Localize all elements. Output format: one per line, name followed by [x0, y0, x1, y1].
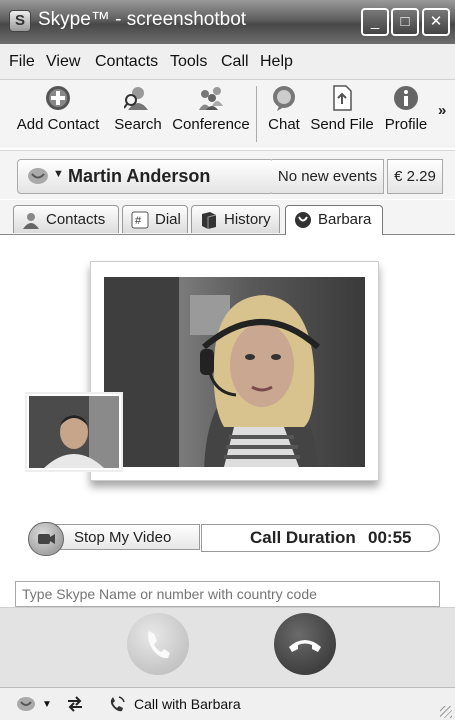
self-view-preview — [25, 392, 123, 472]
tab-history-label: History — [224, 211, 271, 228]
call-in-progress-icon — [110, 696, 125, 712]
maximize-button[interactable]: □ — [391, 8, 419, 36]
phone-call-icon — [148, 631, 170, 659]
profile-label: Profile — [384, 116, 428, 133]
window-title: Skype™ - screenshotbot — [38, 9, 247, 30]
account-status-row: ▼ Martin Anderson No new events € 2.29 — [0, 150, 455, 199]
stop-video-button[interactable]: Stop My Video — [48, 524, 200, 550]
close-button[interactable]: ✕ — [422, 8, 450, 36]
title-bar: S Skype™ - screenshotbot _ □ ✕ — [0, 0, 455, 45]
tab-contacts[interactable]: Contacts — [13, 205, 119, 233]
add-contact-label: Add Contact — [16, 116, 100, 133]
events-indicator[interactable]: No new events — [272, 159, 384, 194]
video-camera-icon — [38, 534, 55, 544]
conference-label: Conference — [172, 116, 250, 133]
status-bar: ▼ Call with Barbara — [0, 687, 455, 720]
menu-view[interactable]: View — [46, 53, 80, 71]
skype-credit[interactable]: € 2.29 — [387, 159, 443, 194]
chevron-down-icon: ▼ — [53, 168, 64, 180]
menu-file[interactable]: File — [9, 53, 35, 71]
menu-help[interactable]: Help — [260, 53, 293, 71]
history-book-icon — [202, 212, 217, 229]
menu-call[interactable]: Call — [221, 53, 249, 71]
dial-pad-icon: # — [131, 211, 149, 229]
menu-tools[interactable]: Tools — [170, 53, 207, 71]
hang-up-icon — [289, 640, 321, 652]
profile-button[interactable]: Profile — [381, 84, 431, 144]
status-icon[interactable] — [16, 696, 36, 712]
video-frame — [90, 261, 379, 481]
search-label: Search — [114, 116, 162, 133]
add-contact-icon — [46, 86, 70, 110]
send-file-icon — [333, 85, 352, 111]
tab-dial[interactable]: # Dial — [122, 205, 188, 233]
status-icon — [28, 168, 48, 184]
call-status-text: Call with Barbara — [134, 696, 241, 712]
toolbar-separator — [256, 86, 257, 142]
toolbar-overflow-chevron[interactable]: » — [438, 102, 446, 119]
conference-button[interactable]: Conference — [170, 84, 252, 144]
tab-bar: Contacts # Dial History Barbara — [0, 200, 455, 235]
search-button[interactable]: Search — [112, 84, 164, 144]
conference-icon — [199, 87, 223, 110]
send-file-label: Send File — [310, 116, 374, 133]
call-duration: Call Duration 00:55 — [201, 524, 440, 552]
hang-up-button[interactable] — [274, 613, 336, 675]
skype-app-icon: S — [9, 10, 31, 32]
skype-window: S Skype™ - screenshotbot _ □ ✕ File View… — [0, 0, 455, 720]
chat-label: Chat — [268, 116, 300, 133]
toolbar: Add Contact Search Conference Chat Send … — [0, 80, 455, 148]
remote-video-feed — [104, 277, 365, 467]
remote-participant-image — [104, 277, 320, 467]
tab-barbara-label: Barbara — [318, 211, 372, 228]
user-name: Martin Anderson — [68, 166, 211, 186]
chevron-down-icon[interactable]: ▼ — [42, 699, 52, 710]
skype-name-input[interactable] — [15, 581, 440, 607]
menu-contacts[interactable]: Contacts — [95, 53, 158, 71]
tab-dial-label: Dial — [155, 211, 181, 228]
call-duration-label: Call Duration — [250, 528, 356, 547]
video-toggle-button[interactable] — [28, 522, 64, 556]
tab-contacts-label: Contacts — [46, 211, 106, 228]
call-control-bar: Stop My Video Call Duration 00:55 — [28, 522, 440, 556]
call-buttons-panel — [0, 607, 455, 688]
menu-bar: File View Contacts Tools Call Help — [0, 44, 455, 80]
tab-barbara[interactable]: Barbara — [285, 205, 383, 235]
call-duration-value: 00:55 — [368, 528, 412, 547]
self-view-image — [29, 396, 119, 468]
tab-history[interactable]: History — [191, 205, 280, 233]
call-button[interactable] — [127, 613, 189, 675]
call-status-icon — [295, 212, 311, 228]
online-status-selector[interactable]: ▼ Martin Anderson — [17, 159, 274, 194]
contacts-icon — [23, 213, 39, 229]
minimize-button[interactable]: _ — [361, 8, 389, 36]
chat-button[interactable]: Chat — [264, 84, 304, 144]
transfer-arrows-icon[interactable] — [66, 696, 84, 712]
profile-icon — [394, 86, 418, 110]
svg-text:#: # — [135, 215, 142, 227]
search-icon — [124, 87, 148, 110]
send-file-button[interactable]: Send File — [310, 84, 374, 144]
add-contact-button[interactable]: Add Contact — [8, 84, 108, 144]
resize-grip[interactable] — [440, 706, 452, 718]
chat-icon — [273, 86, 295, 111]
